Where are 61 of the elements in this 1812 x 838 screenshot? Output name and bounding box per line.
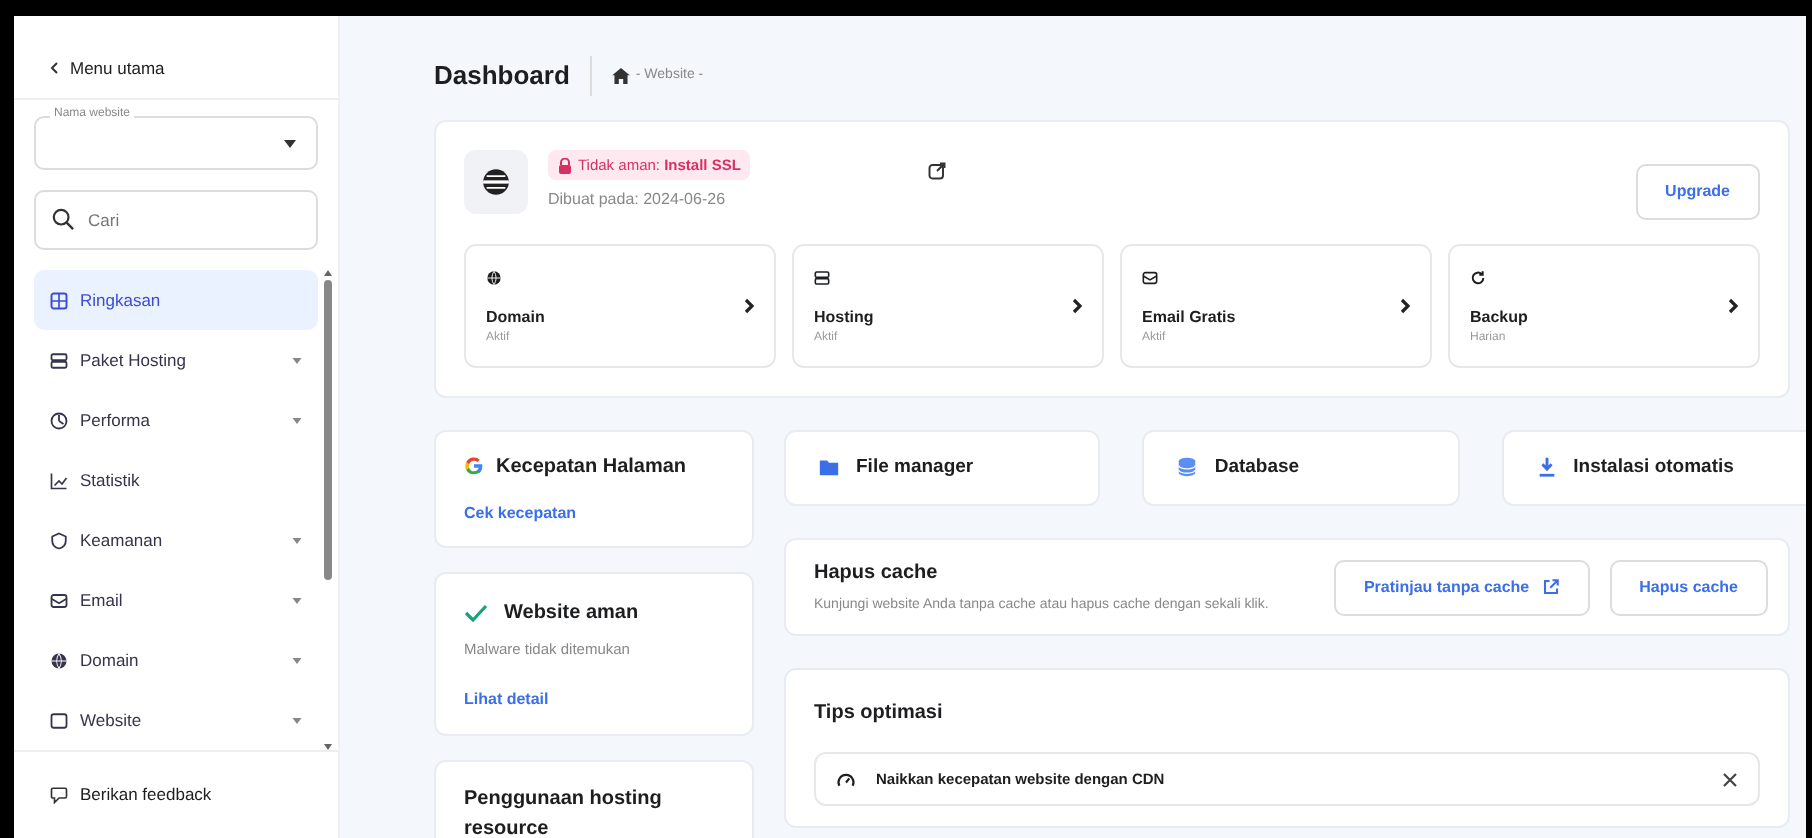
- cache-button[interactable]: Pratinjau tanpa cache: [1333, 559, 1590, 616]
- sidebar-item[interactable]: Keamanan: [34, 510, 318, 571]
- server-icon: [50, 351, 68, 370]
- shortcut-label: Instalasi otomatis: [1573, 453, 1734, 481]
- sidebar-item[interactable]: Statistik: [34, 450, 318, 511]
- card-title: Tips optimasi: [814, 700, 945, 729]
- server-icon: [814, 269, 830, 286]
- service-name: Domain: [486, 305, 547, 329]
- chevron-right-icon: [1400, 297, 1410, 314]
- sidebar-item[interactable]: Website: [34, 690, 318, 751]
- sidebar-item[interactable]: Email: [34, 570, 318, 631]
- card-title: Website aman: [504, 600, 639, 628]
- shortcut-label: File manager: [856, 453, 974, 481]
- download-icon: [1535, 456, 1558, 479]
- card-title: Kecepatan Halaman: [496, 453, 687, 481]
- cache-button[interactable]: Hapus cache: [1609, 559, 1768, 616]
- check-icon: [464, 604, 488, 622]
- service-name: Hosting: [814, 305, 876, 329]
- google-g-icon: [464, 456, 484, 476]
- back-link[interactable]: Menu utama: [70, 56, 165, 82]
- shortcut-label: Database: [1214, 453, 1300, 481]
- chevron-right-icon: [1072, 297, 1082, 314]
- mail-icon: [1142, 269, 1158, 286]
- search-field[interactable]: Cari: [34, 190, 318, 251]
- upgrade-button[interactable]: Upgrade: [1635, 164, 1760, 220]
- sidebar-item[interactable]: Ringkasan: [34, 270, 318, 331]
- chevron-right-icon: [1728, 297, 1738, 314]
- mail-icon: [50, 591, 68, 610]
- database-icon: [1176, 456, 1199, 479]
- sidebar-item[interactable]: Paket Hosting: [34, 330, 318, 391]
- lock-icon: [558, 157, 572, 174]
- service-name: Backup: [1470, 305, 1530, 329]
- card-title: Hapus cache: [814, 559, 940, 588]
- shortcut-card[interactable]: File manager: [784, 429, 1101, 506]
- details-link[interactable]: Lihat detail: [464, 688, 549, 713]
- refresh-icon: [1470, 269, 1486, 286]
- shortcut-card[interactable]: Instalasi otomatis: [1501, 429, 1806, 506]
- folder-icon: [818, 456, 840, 479]
- dropdown-caret-icon: [284, 139, 296, 147]
- scrollbar[interactable]: [318, 270, 338, 751]
- clock-icon: [50, 411, 68, 430]
- shortcut-card[interactable]: Database: [1142, 429, 1460, 506]
- sidebar-item[interactable]: Performa: [34, 390, 318, 451]
- chart-icon: [50, 471, 68, 490]
- card-title: Penggunaan hosting resource: [464, 785, 664, 838]
- page-title: Dashboard: [434, 56, 592, 96]
- feedback-link[interactable]: Berikan feedback: [80, 782, 212, 808]
- gauge-icon: [836, 769, 856, 790]
- window-icon: [50, 711, 68, 730]
- scroll-down-icon: [324, 744, 332, 751]
- sidebar-item[interactable]: Domain: [34, 630, 318, 691]
- chat-bubble-icon: [50, 786, 68, 805]
- grid-icon: [50, 291, 68, 310]
- shield-icon: [50, 531, 68, 550]
- home-icon: [611, 68, 630, 84]
- check-speed-link[interactable]: Cek kecepatan: [464, 501, 577, 525]
- external-link-icon: [928, 162, 946, 181]
- created-date: Dibuat pada: 2024-06-26: [548, 188, 728, 213]
- service-name: Email Gratis: [1142, 305, 1238, 329]
- close-icon: [1722, 771, 1738, 788]
- chevron-right-icon: [744, 297, 754, 314]
